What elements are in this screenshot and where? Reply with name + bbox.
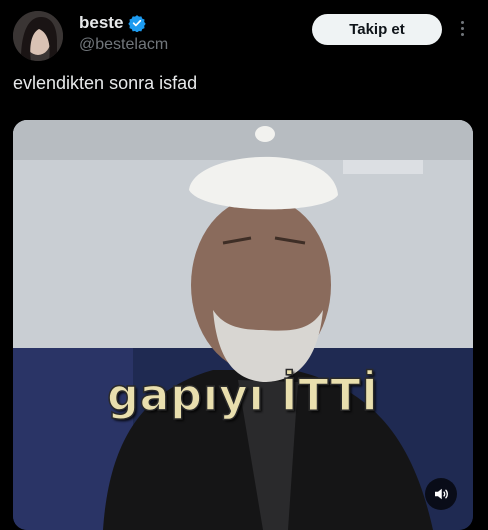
avatar[interactable] xyxy=(13,11,63,61)
speaker-glyph xyxy=(435,488,448,500)
follow-button[interactable]: Takip et xyxy=(312,14,442,45)
author-handle[interactable]: @bestelacm xyxy=(79,36,168,54)
video-player[interactable]: gapıyı İTTİ xyxy=(13,120,473,530)
post-text: evlendikten sonra isfad xyxy=(13,73,198,93)
more-dot xyxy=(460,21,464,24)
more-dot xyxy=(460,27,464,30)
video-caption: gapıyı İTTİ xyxy=(106,369,379,422)
more-options-icon[interactable] xyxy=(452,18,472,42)
avatar-image xyxy=(13,11,63,61)
more-dot xyxy=(460,33,464,36)
post-header: beste @bestelacm Takip et xyxy=(0,0,488,70)
volume-icon[interactable] xyxy=(425,478,457,510)
video-frame xyxy=(13,120,473,530)
author-display-name[interactable]: beste xyxy=(79,13,123,33)
author-name-row: beste xyxy=(79,13,147,33)
verified-badge-icon xyxy=(128,15,147,32)
